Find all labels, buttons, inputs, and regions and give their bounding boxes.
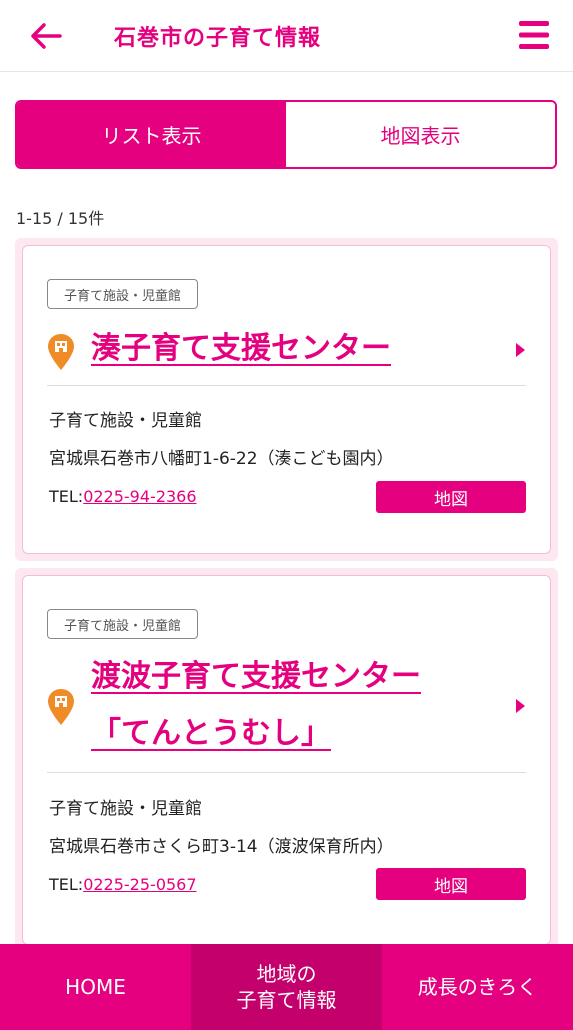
tel-link[interactable]: 0225-94-2366 xyxy=(83,487,196,506)
nav-home[interactable]: HOME xyxy=(0,944,191,1030)
arrow-left-icon[interactable] xyxy=(26,16,66,56)
facility-card: 子育て施設・児童館 湊子育て支援センター 子育て施設・児童館 宮城県石巻市八幡町… xyxy=(15,238,558,561)
facility-category: 子育て施設・児童館 xyxy=(49,411,202,431)
facility-name-link[interactable]: 渡波子育て支援センター xyxy=(91,655,421,699)
facility-tel: TEL:0225-25-0567 xyxy=(49,875,197,894)
tel-label: TEL: xyxy=(49,487,84,506)
nav-local-label-line2: 子育て情報 xyxy=(236,988,337,1012)
facility-category: 子育て施設・児童館 xyxy=(49,799,202,819)
map-button[interactable]: 地図 xyxy=(376,868,526,900)
facility-card: 子育て施設・児童館 渡波子育て支援センター 「てんとうむし」 子育て施設・児童館… xyxy=(15,568,558,952)
divider xyxy=(47,772,526,773)
facility-name-link[interactable]: 湊子育て支援センター xyxy=(91,327,391,371)
page-title: 石巻市の子育て情報 xyxy=(114,26,322,51)
app-header: 石巻市の子育て情報 xyxy=(0,0,573,72)
category-tag: 子育て施設・児童館 xyxy=(47,609,199,639)
facility-name-link-line2[interactable]: 「てんとうむし」 xyxy=(91,712,331,756)
map-pin-icon xyxy=(48,334,74,370)
nav-growth-record[interactable]: 成長のきろく xyxy=(382,944,573,1030)
map-button[interactable]: 地図 xyxy=(376,481,526,513)
category-tag: 子育て施設・児童館 xyxy=(47,279,199,309)
chevron-right-icon[interactable] xyxy=(514,342,526,358)
chevron-right-icon[interactable] xyxy=(514,698,526,714)
tel-label: TEL: xyxy=(49,875,84,894)
list-view-tab[interactable]: リスト表示 xyxy=(17,102,286,167)
facility-address: 宮城県石巻市さくら町3-14（渡波保育所内） xyxy=(49,837,394,857)
hamburger-menu-icon[interactable] xyxy=(517,18,551,52)
nav-local-childcare-info[interactable]: 地域の 子育て情報 xyxy=(191,944,382,1030)
facility-address: 宮城県石巻市八幡町1-6-22（湊こども園内） xyxy=(49,449,394,469)
bottom-nav: HOME 地域の 子育て情報 成長のきろく xyxy=(0,944,573,1030)
facility-card-body: 子育て施設・児童館 湊子育て支援センター 子育て施設・児童館 宮城県石巻市八幡町… xyxy=(22,245,551,554)
facility-card-body: 子育て施設・児童館 渡波子育て支援センター 「てんとうむし」 子育て施設・児童館… xyxy=(22,575,551,945)
map-pin-icon xyxy=(48,689,74,725)
facility-tel: TEL:0225-94-2366 xyxy=(49,487,197,506)
result-count: 1-15 / 15件 xyxy=(16,209,105,228)
divider xyxy=(47,385,526,386)
nav-local-label-line1: 地域の xyxy=(256,962,317,986)
tel-link[interactable]: 0225-25-0567 xyxy=(83,875,196,894)
view-toggle: リスト表示 地図表示 xyxy=(15,100,557,169)
map-view-tab[interactable]: 地図表示 xyxy=(286,102,555,167)
